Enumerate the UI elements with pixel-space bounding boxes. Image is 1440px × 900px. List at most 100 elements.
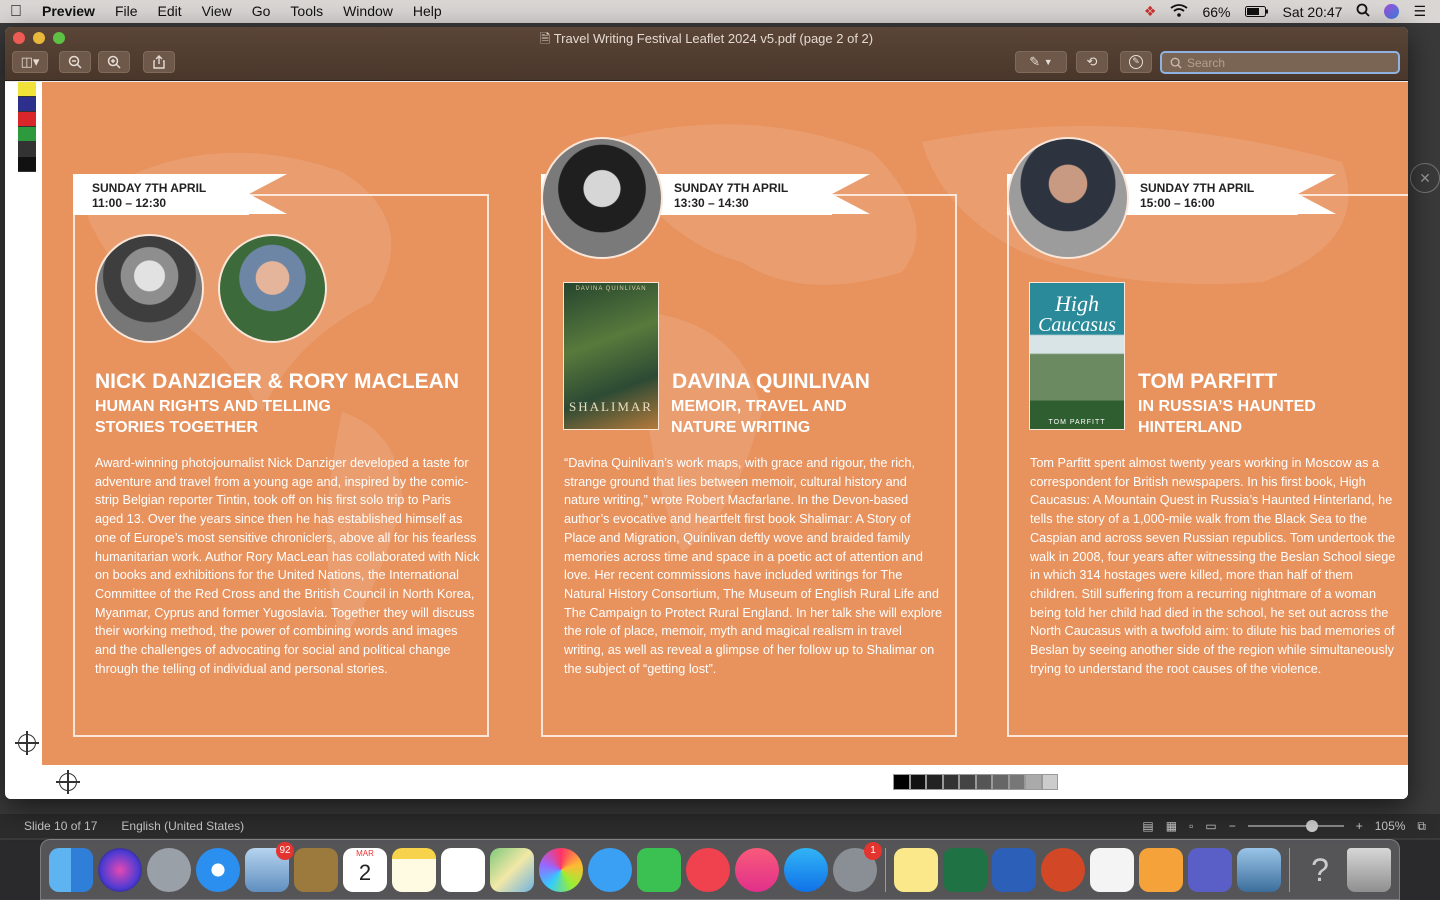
calendar-day: 2 xyxy=(358,859,372,885)
slideshow-icon[interactable]: ▭ xyxy=(1205,819,1216,833)
session-date-1: SUNDAY 7TH APRIL xyxy=(92,181,207,195)
menu-app-name[interactable]: Preview xyxy=(32,0,105,23)
rotate-button[interactable]: ⟲ xyxy=(1076,51,1108,73)
battery-icon[interactable] xyxy=(1244,4,1269,20)
session-time-3: 15:00 – 16:00 xyxy=(1140,196,1215,210)
sidebar-toggle-button[interactable]: ◫▾ xyxy=(12,51,48,73)
share-button[interactable] xyxy=(143,51,175,73)
menu-file[interactable]: File xyxy=(105,0,148,23)
document-view[interactable]: SUNDAY 7TH APRIL 11:00 – 12:30 NICK DANZ… xyxy=(5,82,1408,799)
siri-icon[interactable] xyxy=(98,847,142,892)
dock-separator xyxy=(885,847,886,892)
reminders-icon[interactable] xyxy=(441,847,485,892)
apple-icon[interactable]:  xyxy=(0,0,32,23)
menu-window[interactable]: Window xyxy=(333,0,403,23)
siri-icon[interactable] xyxy=(1384,4,1400,19)
safari-icon[interactable] xyxy=(196,847,240,892)
word-icon[interactable] xyxy=(992,847,1036,892)
stickies-icon[interactable] xyxy=(894,847,938,892)
close-icon[interactable]: ✕ xyxy=(1410,163,1440,193)
menu-help[interactable]: Help xyxy=(403,0,452,23)
print-color-bar xyxy=(18,82,36,172)
session-subtitle-1b: STORIES TOGETHER xyxy=(95,419,258,436)
window-title: 🗎 Travel Writing Festival Leaflet 2024 v… xyxy=(539,31,874,46)
search-field[interactable] xyxy=(1160,51,1400,74)
notefile-icon[interactable] xyxy=(294,847,338,892)
search-input[interactable] xyxy=(1187,55,1387,70)
session-date-3: SUNDAY 7TH APRIL xyxy=(1140,181,1255,195)
textedit-icon[interactable] xyxy=(1090,847,1134,892)
session-time-1: 11:00 – 12:30 xyxy=(92,196,167,210)
launchpad-icon[interactable] xyxy=(147,847,191,892)
preview-window: 🗎 Travel Writing Festival Leaflet 2024 v… xyxy=(5,27,1408,799)
wifi-icon[interactable] xyxy=(1170,3,1189,20)
reading-view-icon[interactable]: ▫ xyxy=(1189,819,1193,833)
window-titlebar: 🗎 Travel Writing Festival Leaflet 2024 v… xyxy=(5,27,1408,81)
maps-icon[interactable] xyxy=(490,847,534,892)
app-store-icon[interactable] xyxy=(784,847,828,892)
zoom-in-button[interactable] xyxy=(98,51,130,73)
speaker-photo-nick-danziger xyxy=(95,234,204,343)
session-description-1: Award-winning photojournalist Nick Danzi… xyxy=(95,456,480,676)
highlighter-icon: ✎ xyxy=(1029,54,1041,69)
markup-button[interactable]: ✎ xyxy=(1120,51,1152,73)
powerpoint-icon[interactable] xyxy=(1041,847,1085,892)
zoom-slider-thumb[interactable] xyxy=(1305,820,1318,832)
pdf-page: SUNDAY 7TH APRIL 11:00 – 12:30 NICK DANZ… xyxy=(42,82,1408,765)
search-icon xyxy=(1170,57,1182,69)
book-title-2-line2: Caucasus xyxy=(1038,314,1116,336)
notes-view-icon[interactable]: ▤ xyxy=(1142,819,1153,833)
spotlight-icon[interactable] xyxy=(1356,3,1371,20)
dock-separator xyxy=(1289,847,1290,892)
battery-percent[interactable]: 66% xyxy=(1202,4,1230,20)
zoom-in-icon[interactable]: + xyxy=(1356,819,1363,833)
book-author-2: DAVINA QUINLIVAN xyxy=(575,286,647,292)
menu-bar:  Preview File Edit View Go Tools Window… xyxy=(0,0,1440,23)
photos-icon[interactable] xyxy=(539,847,583,892)
print-greyscale-bar xyxy=(893,774,1058,790)
music-icon[interactable] xyxy=(735,847,779,892)
slide-sorter-icon[interactable]: ▦ xyxy=(1166,819,1177,833)
highlight-button[interactable]: ✎ ▼ xyxy=(1015,51,1067,73)
system-preferences-icon[interactable]: 1 xyxy=(833,841,882,892)
language-indicator[interactable]: English (United States) xyxy=(97,819,244,833)
zoom-out-button[interactable] xyxy=(59,51,91,73)
mail-icon[interactable]: 92 xyxy=(245,841,294,892)
finder-icon[interactable] xyxy=(49,847,93,892)
notes-icon[interactable] xyxy=(392,847,436,892)
speaker-name-3: TOM PARFITT xyxy=(1138,370,1278,393)
preview-icon[interactable] xyxy=(1237,847,1281,892)
trash-icon[interactable] xyxy=(1347,847,1391,892)
pdf-document-icon: 🗎 xyxy=(539,31,551,46)
teams-icon[interactable] xyxy=(1188,847,1232,892)
messages-icon[interactable] xyxy=(588,847,632,892)
zoom-level[interactable]: 105% xyxy=(1375,819,1406,833)
fit-window-icon[interactable]: ⧉ xyxy=(1417,819,1426,834)
zoom-out-icon[interactable]: − xyxy=(1229,819,1236,833)
calendar-icon[interactable]: MAR 2 xyxy=(343,847,387,892)
book-cover-shalimar: DAVINA QUINLIVAN SHALIMAR xyxy=(563,282,659,430)
help-icon[interactable]: ? xyxy=(1298,848,1342,892)
news-icon[interactable] xyxy=(686,847,730,892)
menu-clock[interactable]: Sat 20:47 xyxy=(1283,4,1343,20)
menu-go[interactable]: Go xyxy=(242,0,281,23)
zoom-slider[interactable] xyxy=(1247,820,1344,832)
excel-icon[interactable] xyxy=(943,847,987,892)
session-subtitle-1a: HUMAN RIGHTS AND TELLING xyxy=(95,398,331,415)
zoom-out-icon xyxy=(68,55,82,69)
menu-tools[interactable]: Tools xyxy=(280,0,333,23)
notification-center-icon[interactable]: ☰ xyxy=(1413,3,1426,20)
pages-icon[interactable] xyxy=(1139,847,1183,892)
chevron-down-icon[interactable]: ▼ xyxy=(1044,57,1053,67)
book-title-2-line1: High xyxy=(1055,291,1099,316)
speaker-photo-tom-parfitt xyxy=(1007,137,1129,259)
menu-view[interactable]: View xyxy=(192,0,242,23)
book-title-2: SHALIMAR xyxy=(569,399,653,414)
rotate-icon: ⟲ xyxy=(1086,54,1098,69)
dropbox-icon[interactable]: ❖ xyxy=(1144,3,1157,20)
session-date-2: SUNDAY 7TH APRIL xyxy=(674,181,789,195)
slide-counter: Slide 10 of 17 xyxy=(24,819,98,833)
session-subtitle-2a: MEMOIR, TRAVEL AND xyxy=(671,398,847,415)
menu-edit[interactable]: Edit xyxy=(148,0,192,23)
facetime-icon[interactable] xyxy=(637,847,681,892)
